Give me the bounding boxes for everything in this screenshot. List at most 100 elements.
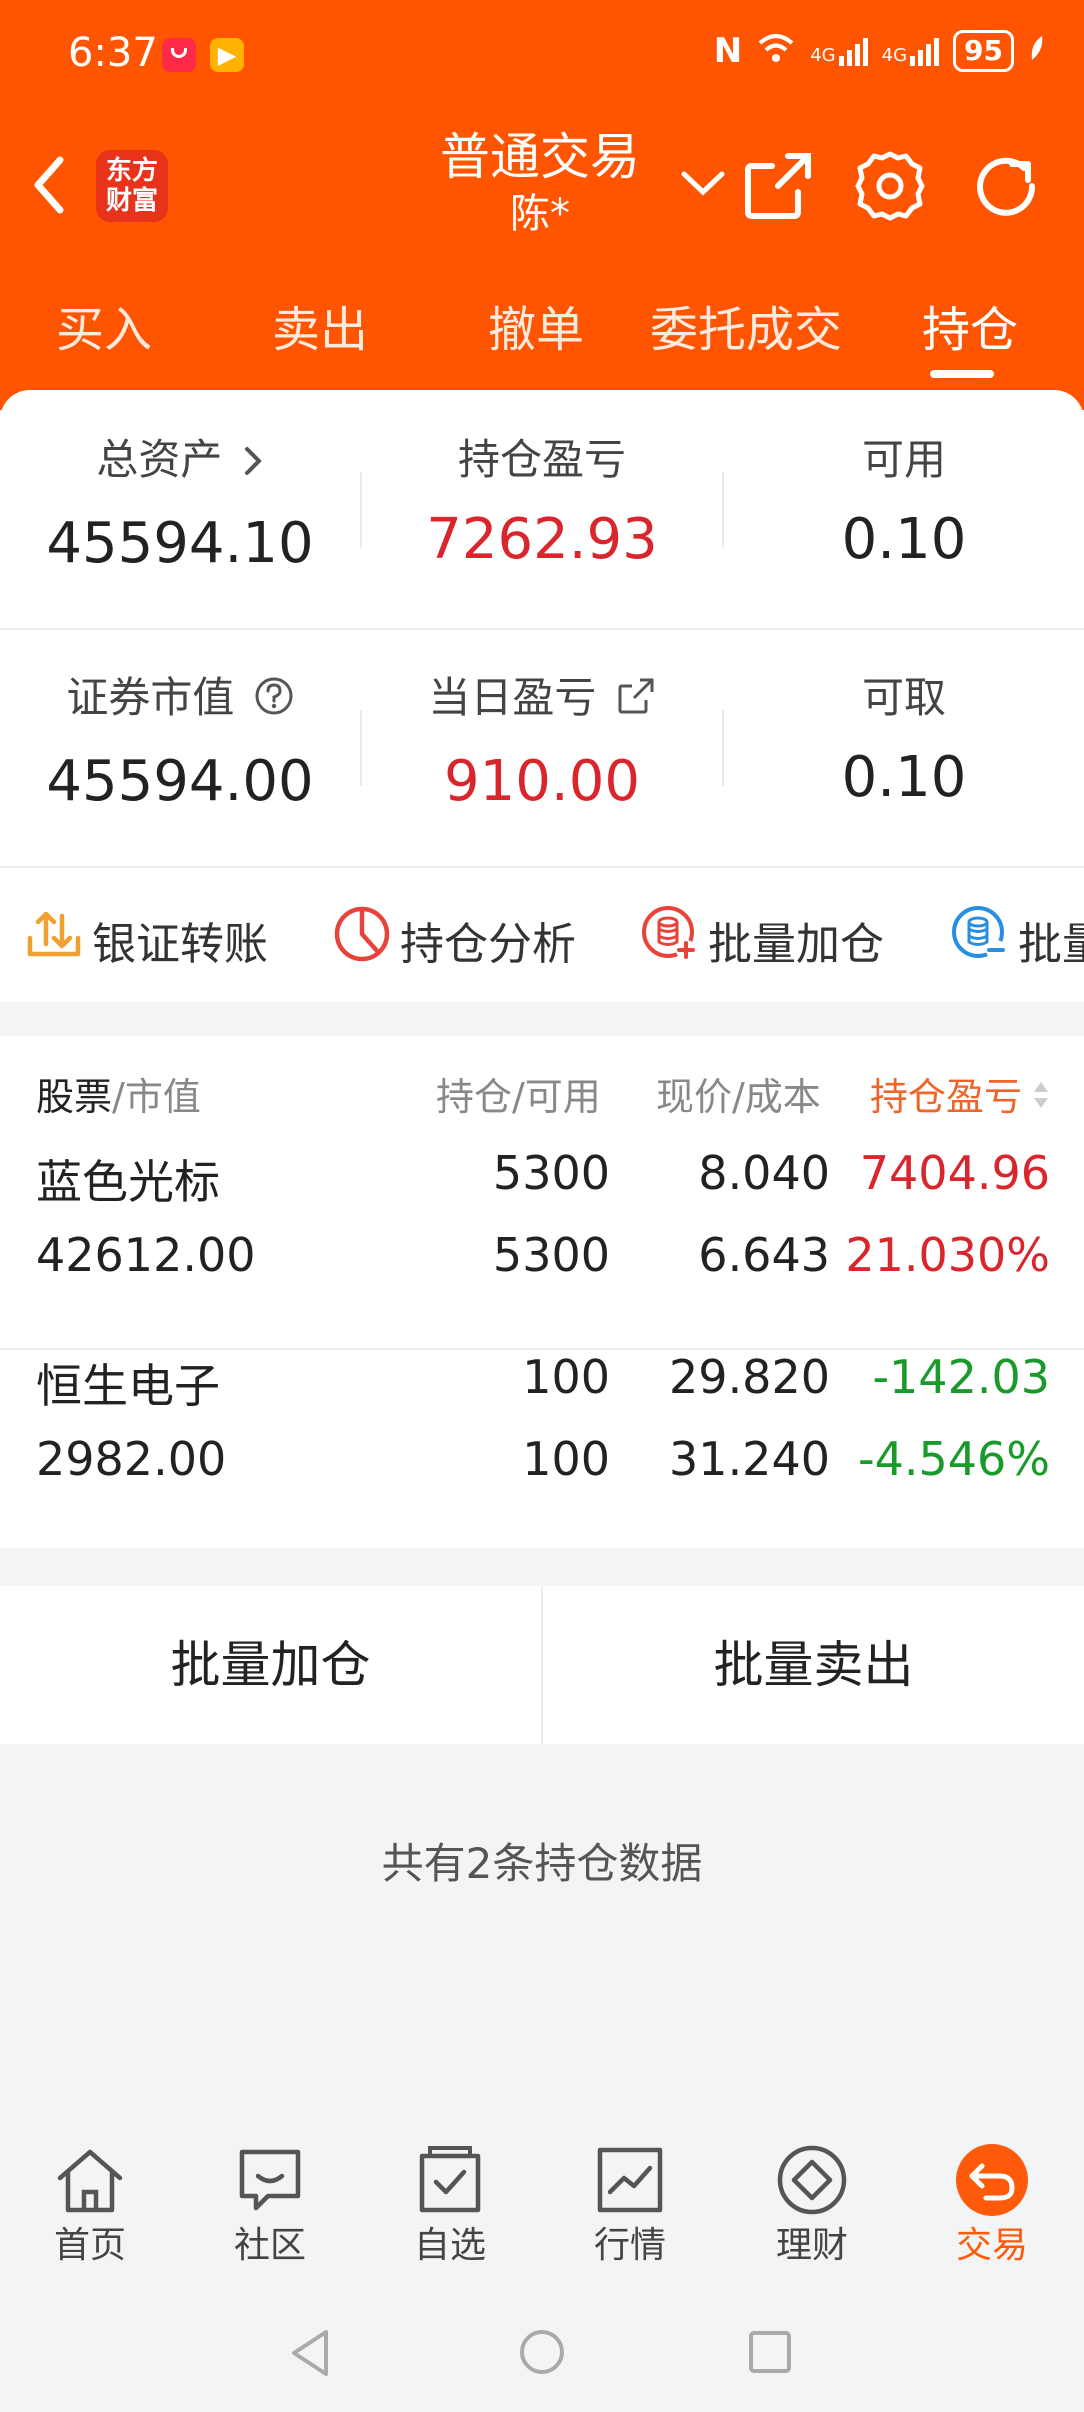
tab-orders[interactable]: 委托成交 xyxy=(650,290,842,370)
tab-cancel[interactable]: 撤单 xyxy=(488,290,584,370)
nav-trade[interactable]: 交易 xyxy=(932,2142,1052,2268)
daily-pnl-value: 910.00 xyxy=(444,749,640,814)
battery-indicator: 95 xyxy=(953,30,1014,72)
holding-pnl: 7404.96 xyxy=(859,1146,1050,1200)
position-pnl: 持仓盈亏 7262.93 xyxy=(362,430,722,580)
batch-actions: 批量加仓 批量卖出 xyxy=(0,1586,1084,1744)
chevron-down-icon[interactable] xyxy=(678,166,728,204)
column-header-pnl-label: 持仓盈亏 xyxy=(870,1075,1023,1119)
total-assets[interactable]: 总资产 45594.10 xyxy=(0,430,360,584)
batch-add-icon xyxy=(640,904,708,975)
stock-market-value: 42612.00 xyxy=(36,1228,256,1282)
batch-sell-button[interactable]: 批量卖出 xyxy=(543,1586,1084,1744)
sort-icon[interactable] xyxy=(1032,1080,1050,1114)
current-price: 29.820 xyxy=(669,1350,830,1404)
holding-pnl-percent: 21.030% xyxy=(845,1228,1050,1282)
account-switcher[interactable]: 普通交易 陈* xyxy=(400,125,680,239)
column-header-price: 现价/成本 xyxy=(656,1075,821,1119)
position-quantity: 100 xyxy=(522,1350,610,1404)
status-indicators: N 4G 4G 95 xyxy=(714,30,1044,72)
upload-transfer-icon xyxy=(24,904,92,975)
external-link-icon[interactable] xyxy=(616,672,656,732)
withdrawable-value: 0.10 xyxy=(841,745,967,810)
stock-name: 恒生电子 xyxy=(36,1359,220,1413)
nav-wealth[interactable]: 理财 xyxy=(752,2142,872,2268)
trade-tabs: 买入 卖出 撤单 委托成交 持仓 xyxy=(0,290,1084,380)
quick-action-transfer[interactable]: 银证转账 xyxy=(24,904,268,975)
stock-market-value: 2982.00 xyxy=(36,1432,227,1486)
chevron-left-icon xyxy=(34,156,64,214)
signal-label: 4G xyxy=(810,45,836,66)
community-icon xyxy=(239,2149,301,2211)
nav-label: 交易 xyxy=(955,2225,1028,2266)
market-value-label: 证券市值 xyxy=(66,673,235,722)
daily-pnl[interactable]: 当日盈亏 910.00 xyxy=(362,668,722,822)
system-home-icon[interactable] xyxy=(518,2328,566,2380)
column-header-stock: 股票/市值 xyxy=(36,1066,201,1121)
divider xyxy=(0,628,1084,630)
system-back-icon[interactable] xyxy=(288,2328,332,2382)
quick-action-analysis[interactable]: 持仓分析 xyxy=(332,904,576,975)
cost-price: 6.643 xyxy=(698,1228,830,1282)
nav-watchlist[interactable]: 自选 xyxy=(390,2142,510,2268)
logo-line-1: 东方 xyxy=(105,156,158,186)
nav-home[interactable]: 首页 xyxy=(30,2142,150,2268)
gear-icon[interactable] xyxy=(852,148,928,224)
divider xyxy=(0,1348,1084,1350)
account-name: 陈* xyxy=(510,191,570,237)
nav-label: 行情 xyxy=(593,2225,666,2266)
available-quantity: 100 xyxy=(522,1432,610,1486)
pie-chart-icon xyxy=(332,904,400,975)
holdings-count: 共有2条持仓数据 xyxy=(381,1839,703,1888)
help-icon[interactable] xyxy=(254,672,294,732)
system-recents-icon[interactable] xyxy=(748,2330,792,2378)
available-quantity: 5300 xyxy=(492,1228,610,1282)
quick-action-batch-sell[interactable]: 批量 xyxy=(950,904,1084,975)
share-external-icon[interactable] xyxy=(740,148,816,224)
nav-label: 首页 xyxy=(53,2225,126,2266)
table-row[interactable]: 恒生电子 2982.00 100 100 29.820 31.240 -142.… xyxy=(0,1350,1084,1550)
quick-action-batch-add[interactable]: 批量加仓 xyxy=(640,904,884,975)
batch-add-button[interactable]: 批量加仓 xyxy=(0,1586,541,1744)
available-value: 0.10 xyxy=(841,507,967,572)
watchlist-icon xyxy=(419,2146,481,2213)
shopping-app-icon xyxy=(162,38,196,72)
quick-action-label: 持仓分析 xyxy=(400,918,576,970)
holding-pnl-percent: -4.546% xyxy=(858,1432,1050,1486)
app-logo: 东方 财富 xyxy=(96,150,168,222)
column-header-stock-sub: /市值 xyxy=(112,1075,201,1119)
table-row[interactable]: 蓝色光标 42612.00 5300 5300 8.040 6.643 7404… xyxy=(0,1146,1084,1346)
available-label: 可用 xyxy=(861,435,946,484)
nav-market[interactable]: 行情 xyxy=(570,2142,690,2268)
nfc-icon: N xyxy=(713,31,743,71)
tab-sell[interactable]: 卖出 xyxy=(272,290,368,370)
system-navigation-bar xyxy=(0,2294,1084,2412)
position-pnl-value: 7262.93 xyxy=(426,507,658,572)
position-pnl-label: 持仓盈亏 xyxy=(457,435,626,484)
status-bar: 6:37 ▶ N 4G 4G 95 xyxy=(0,0,1084,110)
nav-community[interactable]: 社区 xyxy=(210,2142,330,2268)
tab-buy[interactable]: 买入 xyxy=(56,290,152,370)
logo-line-2: 财富 xyxy=(105,186,158,216)
batch-sell-icon xyxy=(950,904,1018,975)
column-header-stock-main: 股票 xyxy=(36,1075,113,1119)
back-button[interactable] xyxy=(24,150,74,220)
holding-pnl: -142.03 xyxy=(872,1350,1050,1404)
quick-actions: 银证转账 持仓分析 批量加仓 批量 xyxy=(0,868,1084,1002)
quick-action-label: 批量加仓 xyxy=(708,918,884,970)
market-value: 证券市值 45594.00 xyxy=(0,668,360,822)
wealth-icon xyxy=(777,2145,847,2215)
wifi-icon xyxy=(756,31,796,71)
withdrawable-label: 可取 xyxy=(861,673,946,722)
available-funds: 可用 0.10 xyxy=(724,430,1084,580)
column-header-pnl[interactable]: 持仓盈亏 xyxy=(870,1066,1050,1121)
withdrawable-funds: 可取 0.10 xyxy=(724,668,1084,818)
active-tab-indicator xyxy=(930,370,994,378)
video-app-icon: ▶ xyxy=(210,38,244,72)
refresh-icon[interactable] xyxy=(968,148,1044,224)
nav-label: 自选 xyxy=(413,2225,486,2266)
quick-action-label: 银证转账 xyxy=(92,918,268,970)
signal-label: 4G xyxy=(881,45,908,66)
tab-positions[interactable]: 持仓 xyxy=(922,290,1018,370)
trade-icon xyxy=(956,2144,1028,2216)
